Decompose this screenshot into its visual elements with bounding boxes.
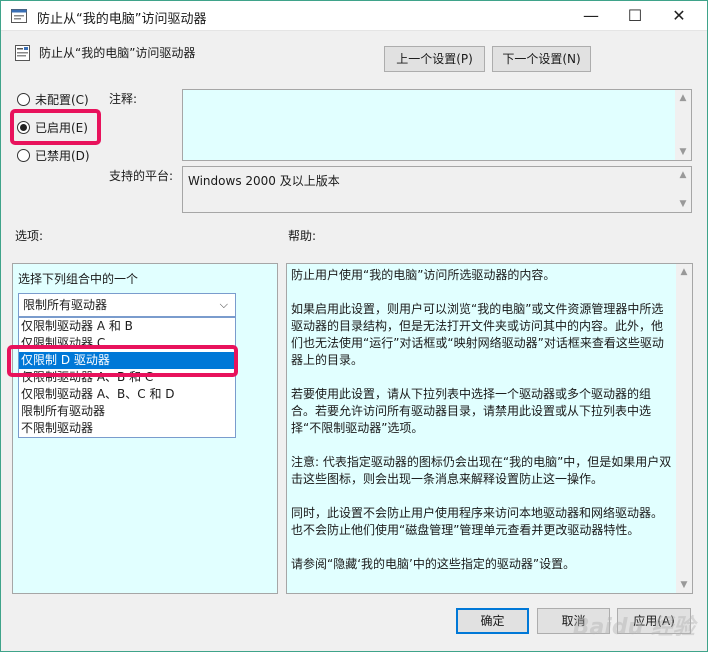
help-paragraph: 请参阅“隐藏‘我的电脑’中的这些指定的驱动器”设置。 [291, 557, 576, 571]
help-scrollbar[interactable]: ▲ ▼ [676, 264, 692, 593]
drive-restriction-combo[interactable]: 限制所有驱动器 ⌵ [18, 293, 236, 317]
window-title: 防止从“我的电脑”访问驱动器 [37, 12, 207, 27]
scroll-down-icon[interactable]: ▼ [675, 144, 691, 160]
previous-setting-button[interactable]: 上一个设置(P) [384, 46, 485, 72]
radio-not-configured[interactable]: 未配置(C) [17, 90, 89, 108]
radio-label: 未配置(C) [35, 92, 89, 107]
platform-value: Windows 2000 及以上版本 [188, 174, 340, 188]
option-highlight-annotation [7, 345, 238, 377]
platform-label: 支持的平台: [109, 169, 174, 183]
help-paragraph: 注意: 代表指定驱动器的图标仍会出现在“我的电脑”中，但是如果用户双击这些图标，… [291, 455, 672, 486]
options-label: 选项: [15, 229, 44, 243]
watermark-logo: Baidu 经验 [572, 615, 695, 640]
dropdown-item[interactable]: 仅限制驱动器 A 和 B [19, 318, 235, 335]
scroll-up-icon[interactable]: ▲ [676, 264, 692, 280]
policy-dialog-window: 防止从“我的电脑”访问驱动器 — ☐ ✕ 防止从“我的电脑”访问驱动器 上一个设… [0, 0, 708, 652]
ok-button[interactable]: 确定 [456, 608, 529, 634]
help-label: 帮助: [288, 229, 317, 243]
radio-button[interactable] [17, 92, 30, 106]
help-text: 防止用户使用“我的电脑”访问所选驱动器的内容。 如果启用此设置，则用户可以浏览“… [291, 267, 672, 590]
maximize-button[interactable]: ☐ [613, 1, 657, 31]
title-bar: 防止从“我的电脑”访问驱动器 — ☐ ✕ [1, 1, 707, 31]
policy-icon [15, 45, 30, 61]
policy-settings-icon [11, 9, 27, 23]
dropdown-item[interactable]: 仅限制驱动器 A、B、C 和 D [19, 386, 235, 403]
scroll-up-icon[interactable]: ▲ [675, 167, 691, 183]
radio-button[interactable] [17, 148, 30, 162]
help-panel: 防止用户使用“我的电脑”访问所选驱动器的内容。 如果启用此设置，则用户可以浏览“… [286, 263, 693, 594]
help-paragraph: 防止用户使用“我的电脑”访问所选驱动器的内容。 [291, 268, 556, 282]
scroll-down-icon[interactable]: ▼ [675, 196, 691, 212]
combo-value: 限制所有驱动器 [23, 298, 108, 312]
radio-label: 已禁用(D) [35, 148, 90, 163]
radio-disabled[interactable]: 已禁用(D) [17, 146, 90, 164]
help-paragraph: 如果启用此设置，则用户可以浏览“我的电脑”或文件资源管理器中所选驱动器的目录结构… [291, 302, 664, 367]
close-button[interactable]: ✕ [657, 1, 701, 31]
help-paragraph: 同时，此设置不会防止用户使用程序来访问本地驱动器和网络驱动器。也不会防止他们使用… [291, 506, 664, 537]
comment-label: 注释: [109, 92, 138, 106]
policy-name: 防止从“我的电脑”访问驱动器 [39, 46, 196, 60]
dropdown-item[interactable]: 不限制驱动器 [19, 420, 235, 437]
minimize-button[interactable]: — [569, 1, 613, 31]
help-paragraph: 若要使用此设置，请从下拉列表中选择一个驱动器或多个驱动器的组合。若要允许访问所有… [291, 387, 652, 435]
platform-field: Windows 2000 及以上版本 ▲ ▼ [182, 166, 692, 213]
drive-restriction-dropdown[interactable]: 仅限制驱动器 A 和 B 仅限制驱动器 C 仅限制 D 驱动器 仅限制驱动器 A… [18, 317, 236, 438]
scroll-down-icon[interactable]: ▼ [676, 577, 692, 593]
chevron-down-icon[interactable]: ⌵ [220, 294, 228, 316]
options-prompt: 选择下列组合中的一个 [18, 272, 139, 286]
scroll-up-icon[interactable]: ▲ [675, 90, 691, 106]
enabled-highlight-annotation [10, 109, 101, 145]
comment-scrollbar[interactable]: ▲ ▼ [675, 90, 691, 160]
next-setting-button[interactable]: 下一个设置(N) [492, 46, 591, 72]
platform-scrollbar[interactable]: ▲ ▼ [675, 167, 691, 212]
options-panel: 选择下列组合中的一个 限制所有驱动器 ⌵ 仅限制驱动器 A 和 B 仅限制驱动器… [12, 263, 278, 594]
comment-field[interactable]: ▲ ▼ [182, 89, 692, 161]
dropdown-item[interactable]: 限制所有驱动器 [19, 403, 235, 420]
